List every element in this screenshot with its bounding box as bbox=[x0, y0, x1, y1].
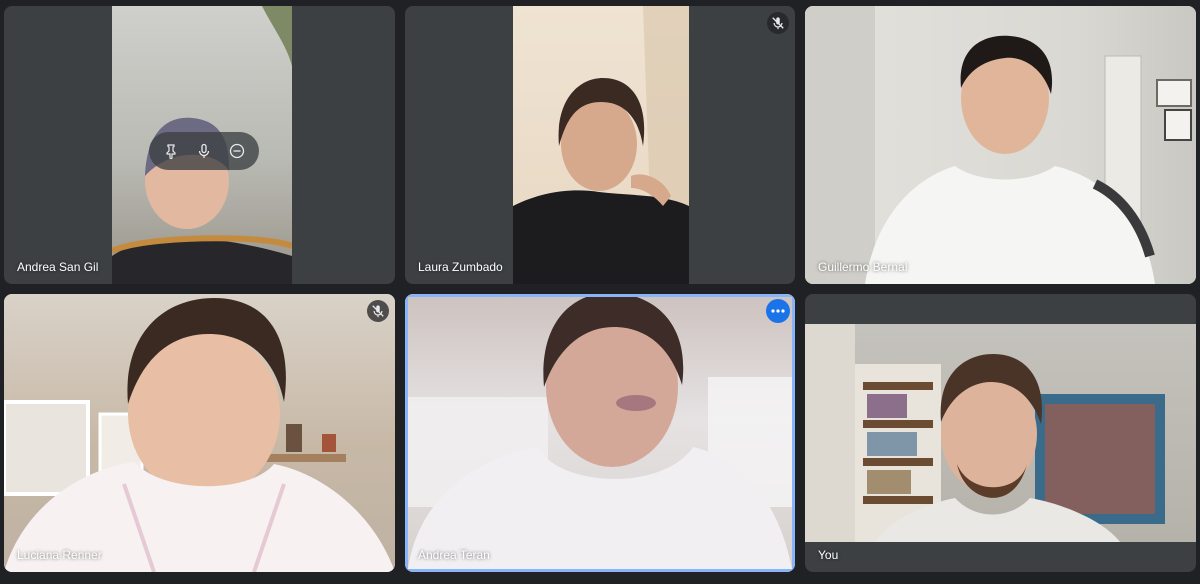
remove-icon[interactable] bbox=[223, 137, 251, 165]
participant-silhouette bbox=[408, 297, 792, 569]
participant-tile-guillermo-bernal[interactable]: Guillermo Bernal bbox=[805, 6, 1196, 284]
participant-tile-laura-zumbado[interactable]: Laura Zumbado bbox=[405, 6, 795, 284]
participant-silhouette bbox=[805, 6, 1192, 284]
participant-name: Luciana Renner bbox=[17, 548, 102, 562]
participant-video bbox=[4, 294, 395, 572]
microphone-icon[interactable] bbox=[190, 137, 218, 165]
participant-name: Laura Zumbado bbox=[418, 260, 503, 274]
pin-icon[interactable] bbox=[157, 137, 185, 165]
participant-name: You bbox=[818, 548, 839, 562]
participant-silhouette bbox=[805, 324, 1165, 542]
participant-tile-you[interactable]: You bbox=[805, 294, 1196, 572]
participant-hover-controls bbox=[149, 132, 259, 170]
participant-name: Andrea San Gil bbox=[17, 260, 99, 274]
participant-tile-andrea-san-gil[interactable]: Andrea San Gil bbox=[4, 6, 395, 284]
muted-indicator bbox=[367, 300, 389, 322]
participant-tile-luciana-renner[interactable]: Luciana Renner bbox=[4, 294, 395, 572]
participant-video bbox=[805, 324, 1196, 542]
participant-silhouette bbox=[513, 6, 689, 284]
participant-video bbox=[513, 6, 689, 284]
participant-tile-andrea-teran[interactable]: Andrea Teran bbox=[405, 294, 795, 572]
microphone-off-icon bbox=[372, 305, 384, 318]
participant-silhouette bbox=[4, 298, 395, 572]
muted-indicator bbox=[767, 12, 789, 34]
microphone-off-icon bbox=[772, 17, 784, 30]
participant-video bbox=[805, 6, 1196, 284]
more-options-button[interactable] bbox=[766, 299, 790, 323]
more-horizontal-icon bbox=[771, 309, 785, 313]
participant-name: Guillermo Bernal bbox=[818, 260, 908, 274]
participant-video bbox=[408, 297, 792, 569]
participant-name: Andrea Teran bbox=[418, 548, 490, 562]
